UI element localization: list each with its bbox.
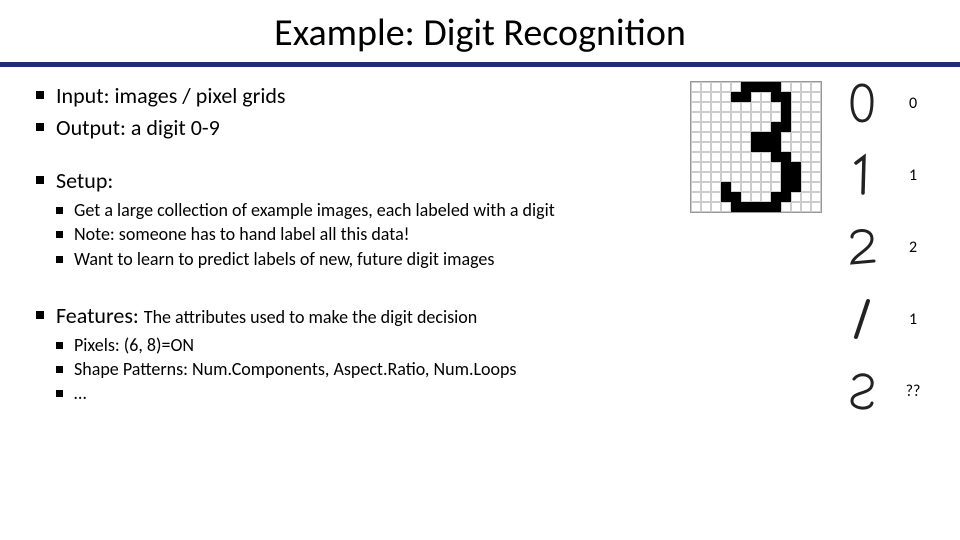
handwritten-one-slash-icon	[844, 297, 880, 341]
slide-title: Example: Digit Recognition	[0, 0, 960, 62]
digit-row-2: 2	[844, 225, 924, 269]
bullet-features-pixels: Pixels: (6, 8)=ON	[30, 333, 680, 357]
content-row: Input: images / pixel grids Output: a di…	[0, 67, 960, 414]
bullet-features-ellipsis: …	[30, 381, 680, 405]
digit-row-1: 1	[844, 153, 924, 197]
digit-row-0: 0	[844, 81, 924, 125]
bullet-setup-collection: Get a large collection of example images…	[30, 198, 680, 222]
handwritten-unknown-icon	[844, 369, 880, 413]
bullet-output: Output: a digit 0-9	[30, 113, 680, 143]
digit-label: 1	[902, 310, 924, 329]
bullet-setup-handlabel: Note: someone has to hand label all this…	[30, 222, 680, 246]
handwritten-digits-column: 0 1 2 1	[844, 81, 930, 413]
bullet-features: Features: The attributes used to make th…	[30, 301, 680, 331]
bullet-input: Input: images / pixel grids	[30, 81, 680, 111]
digit-row-4: ??	[844, 369, 924, 413]
features-lead: Features:	[56, 302, 144, 329]
illustration-column: 0 1 2 1	[690, 81, 930, 414]
digit-label: 2	[902, 238, 924, 257]
digit-label: 1	[902, 166, 924, 185]
digit-label: 0	[902, 94, 924, 113]
slide: Example: Digit Recognition Input: images…	[0, 0, 960, 540]
bullet-setup: Setup:	[30, 166, 680, 196]
bullet-setup-learn: Want to learn to predict labels of new, …	[30, 247, 680, 271]
pixel-grid-icon	[690, 81, 822, 213]
bullet-features-shape: Shape Patterns: Num.Components, Aspect.R…	[30, 357, 680, 381]
handwritten-two-icon	[844, 225, 880, 269]
features-desc: The attributes used to make the digit de…	[144, 306, 477, 328]
handwritten-zero-icon	[844, 81, 880, 125]
digit-label: ??	[902, 382, 924, 401]
digit-row-3: 1	[844, 297, 924, 341]
handwritten-one-icon	[844, 153, 880, 197]
bullet-column: Input: images / pixel grids Output: a di…	[30, 81, 690, 414]
